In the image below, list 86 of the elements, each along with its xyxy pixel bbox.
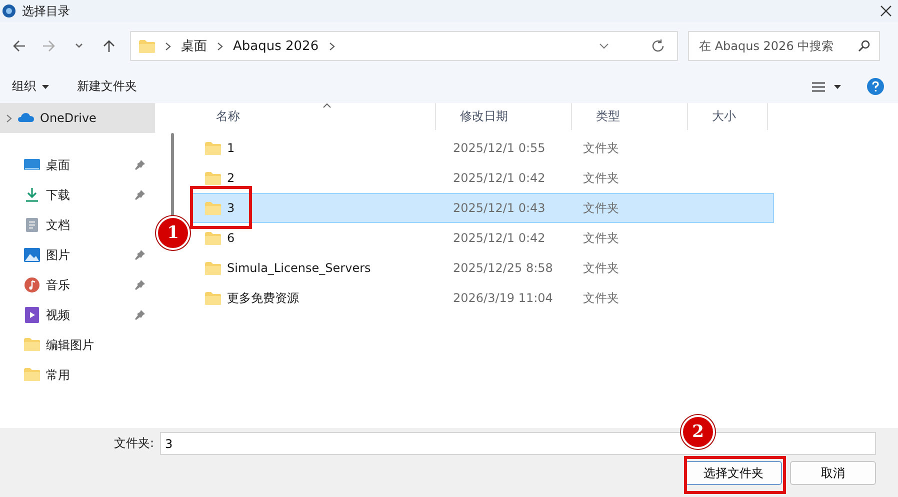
sidebar-item[interactable]: 桌面	[0, 150, 155, 180]
chevron-icon	[328, 42, 335, 50]
back-icon	[12, 39, 26, 53]
file-name: 更多免费资源	[227, 290, 299, 306]
dropdown-chevron-icon[interactable]	[599, 43, 609, 49]
file-row[interactable]: 1 2025/12/1 0:55 文件夹	[192, 133, 774, 163]
column-header[interactable]: 类型	[572, 103, 688, 130]
file-name: 6	[227, 231, 235, 245]
list-view-icon	[812, 82, 825, 92]
column-header[interactable]: 大小	[688, 103, 768, 130]
sort-up-icon	[323, 103, 331, 108]
file-row[interactable]: 更多免费资源 2026/3/19 11:04 文件夹	[192, 283, 774, 313]
file-type: 文件夹	[582, 230, 620, 246]
folder-icon	[205, 172, 221, 184]
forward-icon	[42, 39, 56, 53]
sidebar-item[interactable]: 常用	[0, 360, 155, 390]
pin-icon	[135, 160, 145, 170]
file-name: Simula_License_Servers	[227, 261, 371, 275]
select-folder-button[interactable]: 选择文件夹	[685, 461, 782, 485]
help-icon[interactable]	[867, 78, 884, 95]
chevron-icon	[217, 42, 223, 50]
sidebar-item[interactable]: 图片	[0, 240, 155, 270]
modified-date: 2025/12/25 8:58	[452, 261, 554, 275]
sidebar-item[interactable]: 视频	[0, 300, 155, 330]
modified-date: 2025/12/1 0:55	[452, 141, 546, 155]
refresh-icon[interactable]	[651, 39, 665, 53]
highlight-rectangle	[190, 186, 252, 229]
app-icon	[2, 4, 16, 18]
pin-icon	[135, 250, 145, 260]
close-icon[interactable]	[880, 5, 892, 17]
folder-icon	[205, 202, 221, 214]
modified-date: 2025/12/1 0:42	[452, 171, 546, 185]
search-icon[interactable]	[858, 40, 870, 52]
step-number-badge: 2	[681, 415, 715, 449]
pin-icon	[135, 280, 145, 290]
folder-icon	[205, 262, 221, 274]
pin-icon	[135, 190, 145, 200]
file-type: 文件夹	[582, 290, 620, 306]
file-name: 1	[227, 141, 235, 155]
chevron-icon	[165, 42, 171, 50]
file-type: 文件夹	[582, 170, 620, 186]
desktop-icon	[24, 157, 40, 173]
sidebar-item[interactable]: OneDrive	[0, 103, 155, 133]
file-type: 文件夹	[582, 200, 620, 216]
file-name: 2	[227, 171, 235, 185]
organize-menu[interactable]: 组织	[8, 76, 53, 97]
sidebar-item[interactable]: 文档	[0, 210, 155, 240]
breadcrumb-item[interactable]: 桌面	[181, 37, 207, 55]
file-type: 文件夹	[582, 140, 620, 156]
file-row[interactable]: Simula_License_Servers 2025/12/25 8:58 文件夹	[192, 253, 774, 283]
file-row[interactable]: 3 2025/12/1 0:43 文件夹	[192, 193, 774, 223]
sidebar-item[interactable]: 下载	[0, 180, 155, 210]
folder-icon	[205, 142, 221, 154]
file-name: 3	[227, 201, 235, 215]
download-icon	[24, 187, 40, 203]
sidebar-item[interactable]: 音乐	[0, 270, 155, 300]
folder-icon	[24, 337, 40, 353]
file-type: 文件夹	[582, 260, 620, 276]
picture-icon	[24, 247, 40, 263]
folder-icon	[205, 292, 221, 304]
breadcrumb-item[interactable]: Abaqus 2026	[233, 38, 319, 54]
file-row[interactable]: 6 2025/12/1 0:42 文件夹	[192, 223, 774, 253]
folder-icon	[24, 367, 40, 383]
folder-label: 文件夹:	[114, 435, 154, 452]
window-title: 选择目录	[22, 2, 70, 20]
column-header[interactable]: 修改日期	[436, 103, 572, 130]
music-note-icon	[24, 277, 40, 293]
search-field[interactable]: 在 Abaqus 2026 中搜索	[688, 31, 880, 61]
modified-date: 2026/3/19 11:04	[452, 291, 554, 305]
folder-icon	[205, 232, 221, 244]
modified-date: 2025/12/1 0:43	[452, 201, 546, 215]
cancel-button[interactable]: 取消	[790, 461, 876, 485]
caret-icon	[42, 84, 49, 88]
folder-icon	[139, 40, 155, 52]
pin-icon	[135, 310, 145, 320]
sidebar-item[interactable]: 编辑图片	[0, 330, 155, 360]
video-icon	[24, 307, 40, 323]
expand-chevron-icon[interactable]	[6, 114, 12, 122]
file-row[interactable]: 2 2025/12/1 0:42 文件夹	[192, 163, 774, 193]
address-bar[interactable]: 桌面 Abaqus 2026	[130, 31, 678, 61]
new-folder-button[interactable]: 新建文件夹	[73, 76, 141, 97]
up-icon	[102, 39, 116, 53]
caret-icon	[834, 84, 841, 88]
column-header[interactable]: 名称	[192, 103, 436, 130]
document-icon	[24, 217, 40, 233]
modified-date: 2025/12/1 0:42	[452, 231, 546, 245]
